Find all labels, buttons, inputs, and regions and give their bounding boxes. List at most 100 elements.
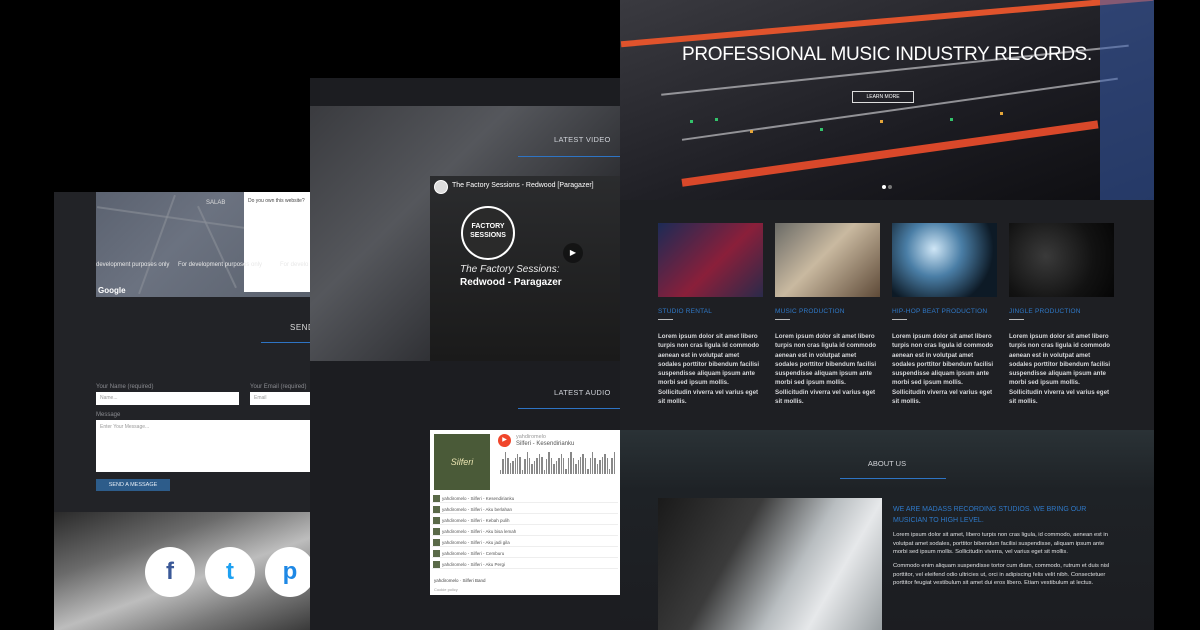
service-card: MUSIC PRODUCTION Lorem ipsum dolor sit a… — [775, 223, 880, 406]
map-dev-text: For develo — [280, 262, 309, 268]
service-underline — [1009, 319, 1024, 320]
service-underline — [658, 319, 673, 320]
track-row[interactable]: yahdiromelo - Silferi - Aku jadi gila — [432, 538, 618, 547]
play-icon[interactable]: ▶ — [498, 434, 511, 447]
video-player[interactable]: The Factory Sessions - Redwood [Paragaze… — [430, 176, 620, 361]
waveform-bar — [529, 458, 531, 474]
service-card: JINGLE PRODUCTION Lorem ipsum dolor sit … — [1009, 223, 1114, 406]
waveform-bar — [601, 457, 604, 474]
waveform-bar — [519, 457, 521, 474]
home-page-preview: PROFESSIONAL MUSIC INDUSTRY RECORDS. LEA… — [620, 0, 1154, 630]
service-image — [775, 223, 880, 297]
service-text: Lorem ipsum dolor sit amet libero turpis… — [775, 333, 877, 406]
service-image — [892, 223, 997, 297]
waveform-bar — [558, 457, 560, 474]
send-message-button[interactable]: SEND A MESSAGE — [96, 479, 170, 491]
about-heading: WE ARE MADASS RECORDING STUDIOS. WE BRIN… — [893, 506, 1087, 524]
hero-title: PROFESSIONAL MUSIC INDUSTRY RECORDS. — [681, 44, 1093, 65]
name-field[interactable]: Name... — [96, 392, 239, 405]
waveform-bar — [504, 452, 507, 474]
waveform-bar — [543, 469, 546, 474]
service-title[interactable]: STUDIO RENTAL — [658, 308, 763, 315]
waveform-bar — [516, 454, 519, 474]
waveform-bar — [594, 458, 596, 474]
video-title[interactable]: The Factory Sessions - Redwood [Paragaze… — [452, 182, 594, 189]
badge-line: FACTORY — [471, 223, 505, 230]
waveform-bar — [548, 452, 550, 474]
audio-user[interactable]: yahdiromelo — [516, 434, 546, 440]
service-underline — [892, 319, 907, 320]
twitter-icon[interactable]: t — [205, 547, 255, 597]
waveform-bar — [577, 460, 579, 474]
waveform-bar — [524, 458, 526, 474]
about-section: ABOUT US WE ARE MADASS RECORDING STUDIOS… — [620, 430, 1154, 630]
service-title[interactable]: MUSIC PRODUCTION — [775, 308, 880, 315]
waveform-bar — [553, 463, 555, 474]
service-image — [1009, 223, 1114, 297]
waveform-bar — [613, 452, 616, 474]
audio-footer: yahdiromelo · Silferi Band — [434, 578, 486, 583]
badge-line: SESSIONS — [470, 232, 506, 239]
media-page-preview: LATEST VIDEO The Factory Sessions - Redw… — [310, 78, 630, 630]
track-row[interactable]: yahdiromelo - Silferi - Aku berlahan — [432, 505, 618, 514]
waveform-bar — [596, 464, 599, 474]
slider-dot-active[interactable] — [882, 185, 886, 189]
video-subtitle: Redwood - Paragazer — [460, 277, 562, 288]
waveform-bar — [512, 461, 514, 474]
track-row[interactable]: yahdiromelo - Silferi - Aku bisa lemah — [432, 527, 618, 536]
waveform-bar — [611, 458, 613, 474]
waveform-bar — [546, 458, 548, 474]
album-cover: Silferi — [434, 434, 490, 490]
waveform-bar — [560, 454, 562, 474]
service-text: Lorem ipsum dolor sit amet libero turpis… — [658, 333, 760, 406]
track-row[interactable]: yahdiromelo - Silferi - Kebah pulih — [432, 516, 618, 525]
google-map[interactable]: SALAB Do you own this website? developme… — [96, 192, 324, 297]
footer-band: Silferi Band — [462, 578, 486, 583]
service-text: Lorem ipsum dolor sit amet libero turpis… — [892, 333, 994, 406]
waveform-bar — [507, 457, 509, 474]
pinterest-icon[interactable]: p — [265, 547, 315, 597]
name-label: Your Name (required) — [96, 384, 154, 390]
footer-user: yahdiromelo — [434, 578, 459, 583]
factory-sessions-logo: FACTORY SESSIONS — [461, 206, 515, 260]
title-underline — [840, 478, 946, 479]
waveform-bar — [599, 460, 601, 474]
waveform-bar — [531, 463, 533, 474]
track-row[interactable]: yahdiromelo - Silferi - Cemburu — [432, 549, 618, 558]
service-title[interactable]: JINGLE PRODUCTION — [1009, 308, 1114, 315]
facebook-icon[interactable]: f — [145, 547, 195, 597]
contact-page-preview: SALAB Do you own this website? developme… — [54, 192, 324, 630]
waveform-bar — [502, 458, 504, 474]
email-label: Your Email (required) — [250, 384, 307, 390]
waveform-bar — [500, 470, 502, 474]
soundcloud-player[interactable]: Silferi ▶ yahdiromelo Silferi - Kesendir… — [430, 430, 620, 595]
waveform-bar — [521, 469, 524, 474]
waveform-bar — [584, 457, 587, 474]
latest-video-title: LATEST VIDEO — [554, 135, 611, 144]
track-row[interactable]: yahdiromelo - Silferi - Kesendirianku — [432, 494, 618, 503]
about-title: ABOUT US — [867, 459, 907, 468]
waveform-bar — [608, 468, 611, 474]
waveform-bar — [582, 454, 584, 474]
waveform-bar — [575, 463, 577, 474]
waveform-bar — [550, 458, 553, 474]
slider-dot[interactable] — [888, 185, 892, 189]
service-title[interactable]: HIP-HOP BEAT PRODUCTION — [892, 308, 997, 315]
waveform-bar — [565, 469, 567, 474]
waveform-bar — [538, 454, 541, 474]
channel-avatar — [434, 180, 448, 194]
waveform-bar — [579, 457, 582, 474]
waveform[interactable] — [500, 452, 616, 474]
audio-track-title[interactable]: Silferi - Kesendirianku — [516, 441, 574, 447]
track-row[interactable]: yahdiromelo - Silferi - Aku Pergi — [432, 560, 618, 569]
waveform-bar — [536, 457, 538, 474]
map-dev-text: development purposes only — [96, 262, 170, 268]
learn-more-button[interactable]: LEARN MORE — [852, 91, 914, 103]
service-image — [658, 223, 763, 297]
cookie-policy-link[interactable]: Cookie policy — [434, 587, 458, 592]
message-field[interactable]: Enter Your Message... — [96, 420, 324, 472]
waveform-bar — [514, 457, 516, 474]
play-icon[interactable]: ▶ — [563, 243, 583, 263]
waveform-bar — [541, 457, 543, 474]
waveform-bar — [562, 457, 565, 474]
